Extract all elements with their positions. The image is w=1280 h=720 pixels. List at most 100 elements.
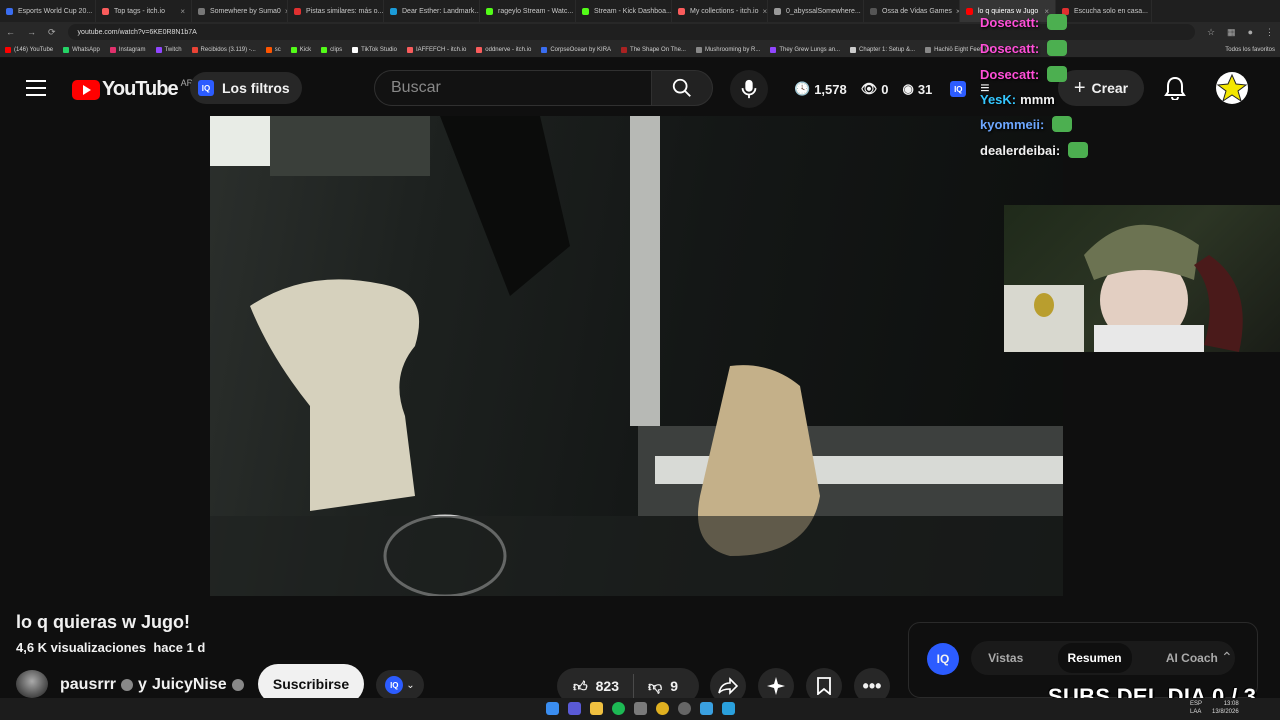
clock[interactable]: 13:08 13/8/2026 bbox=[1212, 700, 1239, 716]
bookmark-item[interactable]: Kick bbox=[290, 46, 311, 53]
chat-username: dealerdeibai: bbox=[980, 142, 1061, 158]
bookmark-favicon-icon bbox=[476, 46, 483, 53]
collab-channel-name[interactable]: JuicyNise bbox=[152, 676, 227, 694]
browser-tab[interactable]: Ossa de Vidas Games× bbox=[864, 0, 960, 22]
browser-tab[interactable]: Top tags - itch.io × bbox=[96, 0, 192, 22]
browser-tab[interactable]: rageylo Stream - Watc...× bbox=[480, 0, 576, 22]
tab-label: Somewhere by Suma0 bbox=[210, 7, 281, 15]
tab-close-icon[interactable]: × bbox=[1148, 7, 1151, 16]
extensions-icon[interactable]: ▦ bbox=[1227, 27, 1236, 38]
clock-date: 13/8/2026 bbox=[1212, 709, 1239, 715]
browser-tab[interactable]: Escucha solo en casa...× bbox=[1056, 0, 1152, 22]
chat-username: kyommeii: bbox=[980, 116, 1045, 132]
browser-tab[interactable]: Stream - Kick Dashboa...× bbox=[576, 0, 672, 22]
tab-close-icon[interactable]: × bbox=[176, 7, 185, 16]
bookmark-item[interactable]: CorpseOcean by KIRA bbox=[541, 46, 611, 53]
tab-label: Esports World Cup 20... bbox=[18, 7, 93, 15]
bookmark-item[interactable]: The Shape On The... bbox=[621, 46, 686, 53]
filters-label: Los filtros bbox=[222, 80, 290, 96]
chat-message: kyommeii: bbox=[980, 116, 1073, 132]
youtube-logo[interactable]: YouTube AR bbox=[72, 78, 193, 101]
browser-tab[interactable]: Esports World Cup 20...× bbox=[0, 0, 96, 22]
windows-start-icon[interactable] bbox=[546, 702, 559, 715]
voice-search-button[interactable] bbox=[730, 70, 768, 108]
telegram-icon[interactable] bbox=[722, 702, 735, 715]
tab-close-icon[interactable]: × bbox=[952, 7, 959, 16]
bookmark-item[interactable]: Instagram bbox=[109, 46, 146, 53]
iq-dropdown-button[interactable]: IQ ⌄ bbox=[376, 670, 424, 700]
forward-icon[interactable]: → bbox=[27, 27, 36, 37]
bookmark-item[interactable]: TikTok Studio bbox=[352, 46, 397, 53]
like-button[interactable]: 👍︎ 823 bbox=[557, 674, 634, 698]
bookmark-label: Recibidos (3.119) -... bbox=[200, 46, 256, 53]
hamburger-menu-icon[interactable] bbox=[26, 80, 46, 96]
browser-tab[interactable]: Dear Esther: Landmark...× bbox=[384, 0, 480, 22]
bookmark-item[interactable]: WhatsApp bbox=[63, 46, 100, 53]
chevron-up-icon[interactable]: ⌃ bbox=[1221, 649, 1233, 666]
file-explorer-icon[interactable] bbox=[590, 702, 603, 715]
bookmark-label: Twitch bbox=[164, 46, 182, 53]
bookmark-favicon-icon bbox=[155, 46, 162, 53]
webcam-feed bbox=[1004, 205, 1280, 352]
iq-panel-icon[interactable]: IQ bbox=[927, 643, 959, 675]
obs-icon[interactable] bbox=[678, 702, 691, 715]
profile-icon[interactable]: ● bbox=[1248, 27, 1253, 37]
browser-tab[interactable]: Pistas similares: más o...× bbox=[288, 0, 384, 22]
share-icon bbox=[718, 677, 738, 695]
iq-extension-icon[interactable]: IQ bbox=[950, 81, 967, 97]
chat-emote-icon bbox=[1068, 142, 1089, 158]
panel-tab[interactable]: Resumen bbox=[1057, 643, 1132, 673]
browser-tab[interactable]: Somewhere by Suma0× bbox=[192, 0, 288, 22]
bookmark-label: Instagram bbox=[118, 46, 146, 53]
bookmark-icon bbox=[817, 677, 831, 695]
bookmark-item[interactable]: They Grew Lungs an... bbox=[770, 46, 840, 53]
bookmark-item[interactable]: sc bbox=[265, 46, 281, 53]
bookmark-favicon-icon bbox=[321, 46, 328, 53]
tab-label: Escucha solo en casa... bbox=[1074, 7, 1148, 15]
account-avatar[interactable] bbox=[1216, 72, 1248, 104]
more-horizontal-icon: ••• bbox=[862, 675, 882, 696]
channel-avatar[interactable] bbox=[16, 670, 48, 698]
notifications-button[interactable] bbox=[1164, 76, 1186, 105]
panel-tab[interactable]: AI Coach bbox=[1166, 651, 1218, 665]
search-button[interactable] bbox=[651, 70, 713, 106]
create-button[interactable]: + Crear bbox=[1058, 70, 1144, 106]
app-icon[interactable] bbox=[634, 702, 647, 715]
language-indicator[interactable]: ESP LAA bbox=[1190, 700, 1202, 716]
all-bookmarks-button[interactable]: Todos los favoritos bbox=[1225, 47, 1275, 53]
tab-label: 0_abyssalSomewhere... bbox=[786, 7, 861, 15]
channel-name[interactable]: pausrrr bbox=[60, 676, 116, 694]
bookmark-item[interactable]: Recibidos (3.119) -... bbox=[191, 46, 256, 53]
browser-tab[interactable]: 0_abyssalSomewhere...× bbox=[768, 0, 864, 22]
bookmark-item[interactable]: Mushrooming by R... bbox=[695, 46, 760, 53]
browser-tab[interactable]: My collections - itch.io × bbox=[672, 0, 768, 22]
spotify-icon[interactable] bbox=[612, 702, 625, 715]
back-icon[interactable]: ← bbox=[6, 27, 15, 37]
dislike-button[interactable]: 👎︎ 9 bbox=[634, 678, 678, 695]
thumbs-down-icon: 👎︎ bbox=[648, 677, 663, 694]
clock-icon: 🕓 bbox=[794, 81, 811, 96]
search-input[interactable]: Buscar bbox=[374, 70, 652, 106]
panel-tab[interactable]: Vistas bbox=[988, 651, 1023, 665]
browser-menu-icon[interactable]: ⋮ bbox=[1265, 27, 1274, 38]
bookmark-item[interactable]: IAFFEFCH - itch.io bbox=[406, 46, 466, 53]
tab-close-icon[interactable]: × bbox=[758, 7, 767, 16]
video-player[interactable] bbox=[210, 116, 1063, 596]
teams-icon[interactable] bbox=[568, 702, 581, 715]
filters-button[interactable]: IQ Los filtros bbox=[190, 72, 302, 104]
tab-label: Pistas similares: más o... bbox=[306, 7, 384, 15]
bookmark-item[interactable]: (146) YouTube bbox=[5, 46, 53, 53]
bookmark-favicon-icon bbox=[541, 46, 548, 53]
star-icon[interactable]: ☆ bbox=[1207, 27, 1215, 38]
reload-icon[interactable]: ⟳ bbox=[48, 27, 56, 38]
channel-names[interactable]: pausrrr y JuicyNise bbox=[60, 676, 244, 694]
tab-favicon-icon bbox=[102, 7, 109, 15]
dislike-count: 9 bbox=[670, 678, 679, 694]
bookmark-item[interactable]: clips bbox=[321, 46, 342, 53]
chrome-icon[interactable] bbox=[656, 702, 669, 715]
edge-icon[interactable] bbox=[700, 702, 713, 715]
bookmark-item[interactable]: Chapter 1: Setup &... bbox=[850, 46, 915, 53]
bookmark-item[interactable]: Twitch bbox=[155, 46, 182, 53]
tab-close-icon[interactable]: × bbox=[281, 7, 287, 16]
bookmark-item[interactable]: oddnerve - itch.io bbox=[476, 46, 531, 53]
